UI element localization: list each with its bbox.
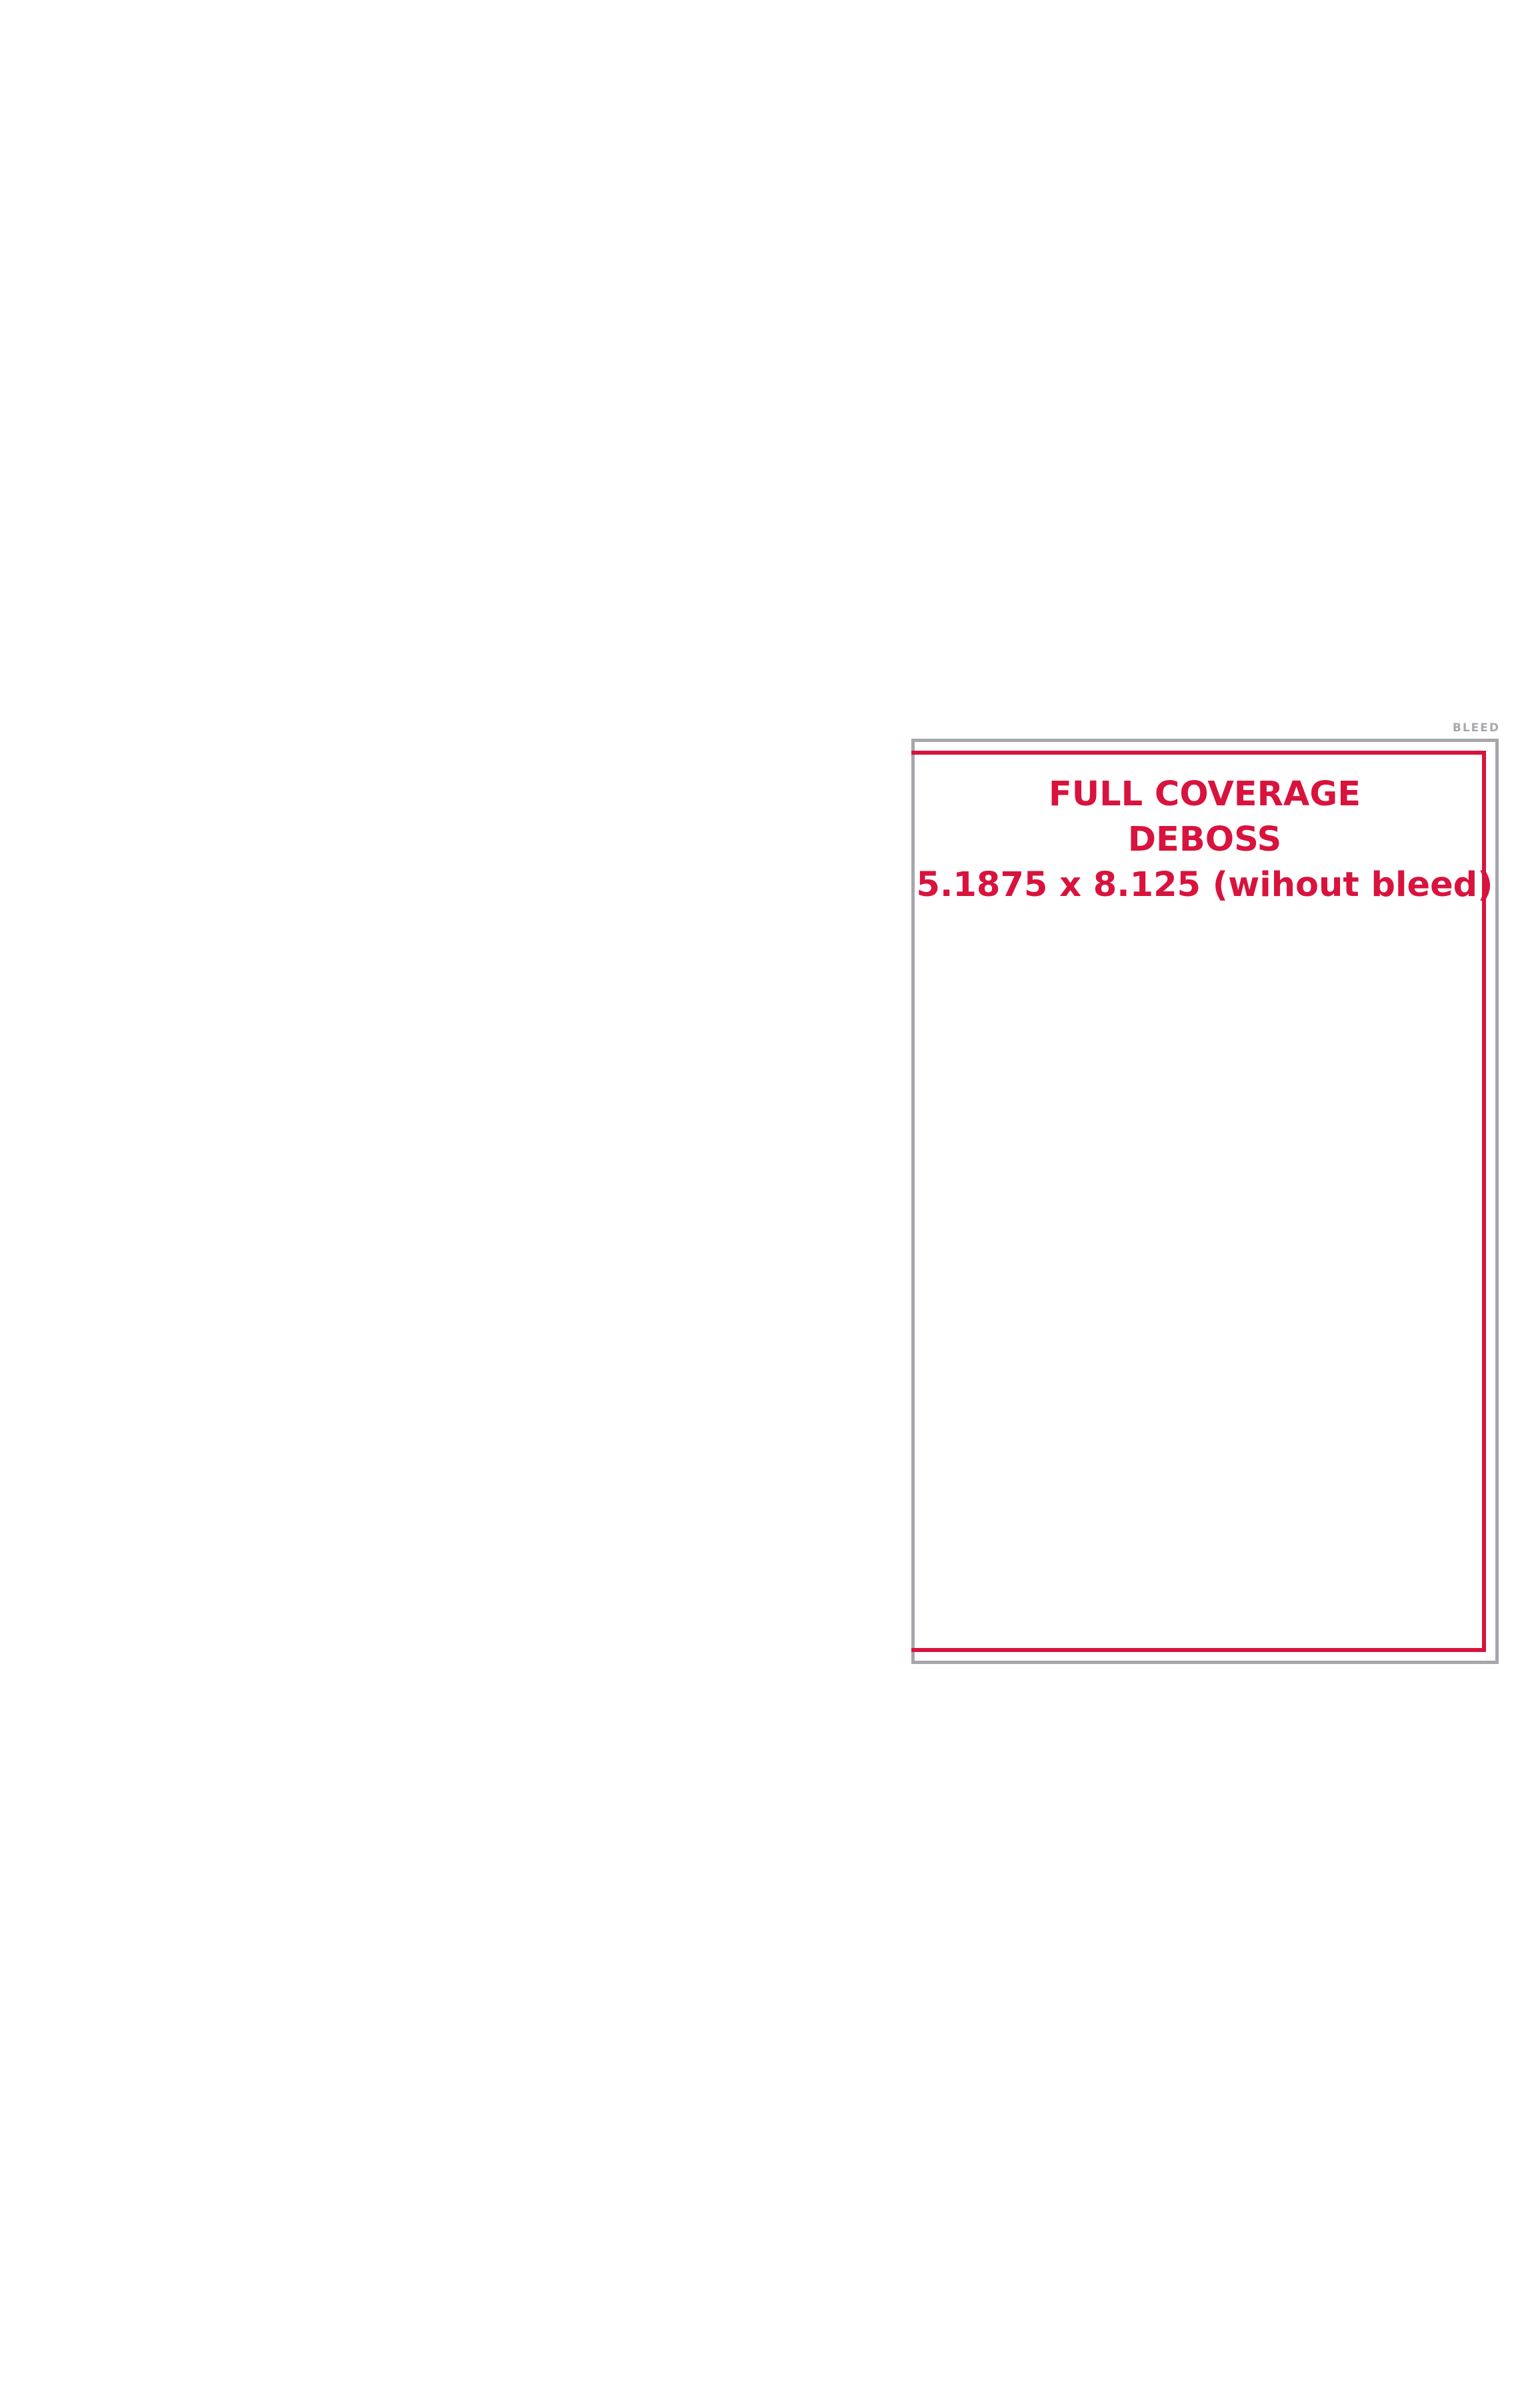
dimensions-text: 5.1875 x 8.125 (wihout bleed) (916, 865, 1493, 905)
coverage-title: FULL COVERAGE (1048, 775, 1361, 814)
bleed-label: BLEED (1452, 721, 1500, 735)
spec-text-block: FULL COVERAGE DEBOSS 5.1875 x 8.125 (wih… (911, 772, 1498, 908)
process-title: DEBOSS (1127, 820, 1282, 859)
template-page: BLEED FULL COVERAGE DEBOSS 5.1875 x 8.12… (0, 0, 1540, 2402)
